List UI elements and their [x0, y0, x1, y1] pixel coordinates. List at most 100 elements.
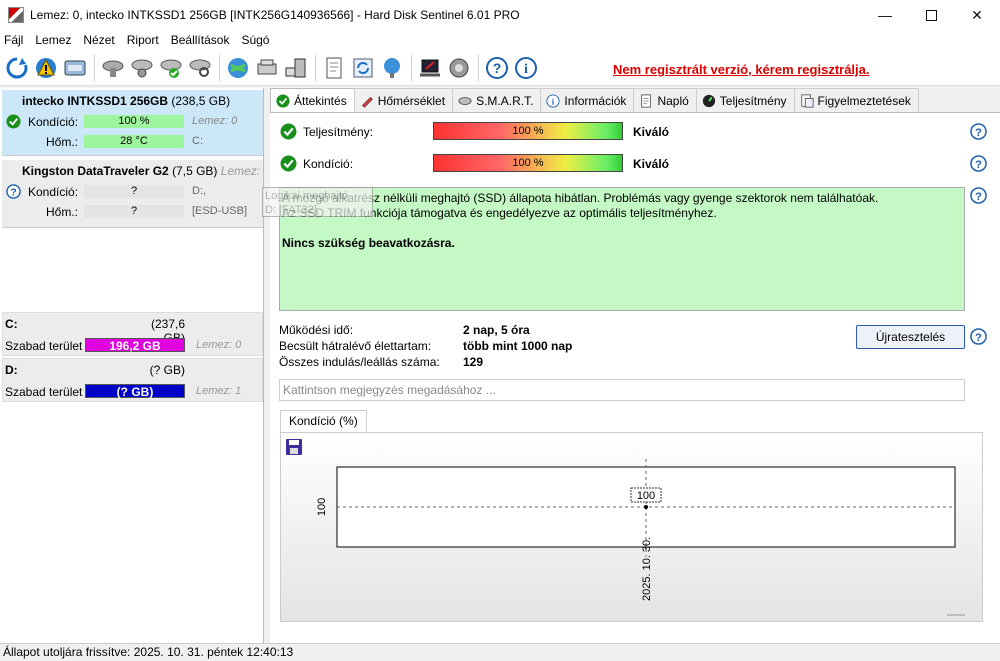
toolbar-separator	[411, 54, 412, 81]
health-label: Kondíció:	[28, 185, 79, 199]
partition-size: (? GB)	[149, 363, 185, 377]
disk-info-button[interactable]	[61, 54, 88, 81]
disk-check-button[interactable]	[157, 54, 184, 81]
close-button[interactable]: ✕	[954, 0, 1000, 30]
tab-log[interactable]: Napló	[633, 88, 697, 112]
sync-icon	[353, 58, 372, 77]
menu-disk[interactable]: Lemez	[29, 33, 77, 47]
lifetime-label: Becsült hátralévő élettartam:	[279, 339, 432, 353]
ok-check-icon	[276, 94, 290, 108]
disk-search-button[interactable]	[186, 54, 213, 81]
disk-title: Kingston DataTraveler G2 (7,5 GB) Lemez:…	[2, 160, 263, 182]
lifetime-row: Becsült hátralévő élettartam: több mint …	[279, 339, 572, 353]
unknown-question-icon: ?	[6, 184, 21, 199]
help-button[interactable]: ?	[483, 54, 510, 81]
disk-test-icon	[102, 60, 123, 77]
disk-gear-icon	[131, 59, 152, 77]
disk-title: intecko INTKSSD1 256GB (238,5 GB)	[2, 90, 263, 112]
menu-view[interactable]: Nézet	[77, 33, 120, 47]
app-icon[interactable]	[8, 7, 24, 23]
tab-overview[interactable]: Áttekintés	[270, 88, 355, 113]
power-cycles-value: 129	[463, 355, 484, 369]
about-button[interactable]: i	[512, 54, 539, 81]
ghost-tooltip: Logikai meghajtó D: [FAT32]	[262, 187, 373, 217]
save-chart-button[interactable]	[286, 439, 302, 455]
health-gauge: 100 %	[433, 154, 623, 172]
computer-icon	[285, 58, 305, 77]
register-link[interactable]: Nem regisztrált verzió, kérem regisztrál…	[613, 62, 870, 77]
alerts-doc-icon	[800, 93, 814, 108]
network-button[interactable]	[224, 54, 251, 81]
partition-disk: Lemez: 1	[196, 385, 242, 397]
alerts-button[interactable]	[32, 54, 59, 81]
report-button[interactable]	[320, 54, 347, 81]
thermometer-icon	[361, 96, 373, 108]
tab-strip: Áttekintés Hőmérséklet S.M.A.R.T. i Info…	[270, 88, 919, 113]
tab-label: Teljesítmény	[719, 93, 787, 108]
comment-input[interactable]: Kattintson megjegyzés megadásához ...	[279, 379, 965, 401]
disk-card-1[interactable]: Kingston DataTraveler G2 (7,5 GB) Lemez:…	[2, 160, 263, 228]
chart-tab-health[interactable]: Kondíció (%)	[280, 410, 367, 432]
tab-performance[interactable]: Teljesítmény	[695, 88, 795, 112]
health-chart-svg: 100 100 2025. 10. 30.	[286, 439, 965, 616]
volume-label: [ESD-USB]	[192, 205, 248, 217]
free-space-bar: 196,2 GB	[85, 338, 185, 353]
toolbar: ? i Nem regisztrált verzió, kérem regisz…	[0, 50, 1000, 86]
menu-settings[interactable]: Beállítások	[165, 33, 236, 47]
health-label: Kondíció:	[28, 115, 79, 129]
partition-card-d[interactable]: D: (? GB) Szabad terület (? GB) Lemez: 1	[2, 358, 263, 402]
uptime-value: 2 nap, 5 óra	[463, 323, 530, 337]
surface-test-button[interactable]	[99, 54, 126, 81]
globe-icon	[227, 57, 248, 78]
server-button[interactable]	[253, 54, 280, 81]
status-description: A mozgó alkatrész nélküli meghajtó (SSD)…	[279, 187, 965, 311]
speaker-icon	[449, 58, 468, 77]
disk-gear-button[interactable]	[128, 54, 155, 81]
tab-label: S.M.A.R.T.	[476, 93, 534, 108]
computer-button[interactable]	[282, 54, 309, 81]
retest-button[interactable]: Újratesztelés	[856, 325, 965, 349]
partition-name: D:	[5, 363, 18, 377]
svg-text:?: ?	[975, 127, 982, 139]
ok-check-icon	[6, 114, 21, 129]
sync-button[interactable]	[349, 54, 376, 81]
title-bar: Lemez: 0, intecko INTKSSD1 256GB [INTK25…	[0, 0, 1000, 30]
help-icon[interactable]: ?	[970, 123, 987, 140]
menu-report[interactable]: Riport	[121, 33, 165, 47]
health-bar: 100 %	[84, 115, 184, 128]
laptop-button[interactable]	[416, 54, 443, 81]
window-title: Lemez: 0, intecko INTKSSD1 256GB [INTK25…	[30, 8, 520, 22]
description-line: A mozgó alkatrész nélküli meghajtó (SSD)…	[282, 191, 879, 205]
refresh-button[interactable]	[3, 54, 30, 81]
minimize-button[interactable]: —	[862, 0, 908, 30]
tab-smart[interactable]: S.M.A.R.T.	[452, 88, 542, 112]
toolbar-separator	[315, 54, 316, 81]
disk-card-0[interactable]: intecko INTKSSD1 256GB (238,5 GB) Kondíc…	[2, 90, 263, 156]
disk-icon	[64, 60, 85, 75]
disk-search-icon	[189, 59, 210, 77]
overview-panel: Teljesítmény: 100 % Kiváló Kondíció: 100…	[270, 112, 1000, 643]
disk-list-panel: intecko INTKSSD1 256GB (238,5 GB) Kondíc…	[0, 88, 264, 643]
tab-information[interactable]: i Információk	[540, 88, 635, 112]
menu-help[interactable]: Súgó	[235, 33, 275, 47]
performance-rating: Kiváló	[633, 125, 670, 139]
help-icon[interactable]: ?	[970, 155, 987, 172]
temp-label: Hőm.:	[46, 135, 79, 149]
temp-label: Hőm.:	[46, 205, 79, 219]
tab-alerts[interactable]: Figyelmeztetések	[793, 88, 919, 112]
drive-letters: D:,	[192, 185, 207, 197]
help-icon[interactable]: ?	[970, 187, 987, 204]
log-icon	[641, 93, 652, 108]
maximize-button[interactable]	[908, 0, 954, 30]
power-cycles-row: Összes indulás/leállás száma: 129	[279, 355, 483, 369]
partition-card-c[interactable]: C: (237,6 GB) Szabad terület 196,2 GB Le…	[2, 312, 263, 356]
free-space-label: Szabad terület	[5, 385, 83, 399]
network-report-button[interactable]	[378, 54, 405, 81]
help-icon[interactable]: ?	[970, 328, 987, 345]
y-tick-label: 100	[316, 498, 328, 516]
temp-bar: ?	[84, 205, 184, 218]
sound-button[interactable]	[445, 54, 472, 81]
menu-file[interactable]: Fájl	[0, 33, 29, 47]
tab-temperature[interactable]: Hőmérséklet	[353, 88, 454, 112]
laptop-icon	[419, 59, 440, 76]
